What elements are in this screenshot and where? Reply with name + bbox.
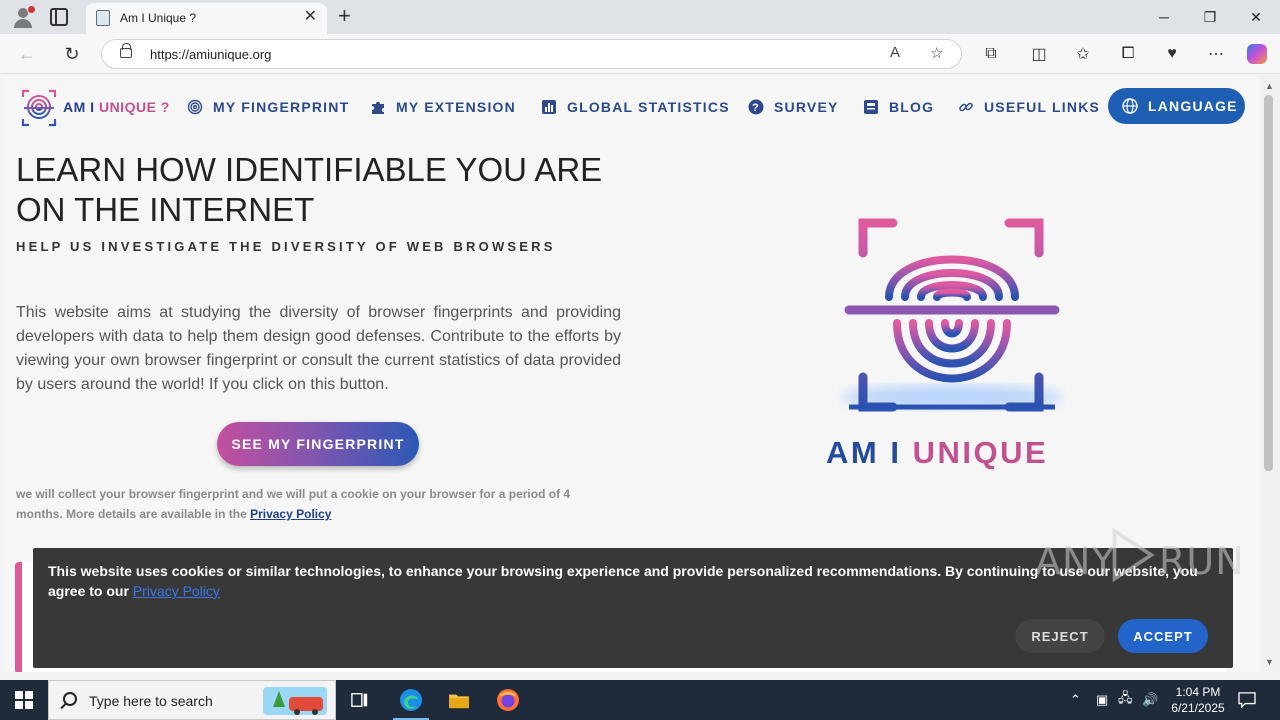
nav-survey[interactable]: ? SURVEY [748,96,839,118]
cookie-notice-text: we will collect your browser fingerprint… [16,487,571,521]
new-tab-icon[interactable]: + [338,4,351,28]
nav-label: MY FINGERPRINT [213,99,350,115]
network-icon[interactable]: 🖧 [1118,680,1133,720]
page-scrollbar[interactable]: ▲ ▼ [1260,75,1280,672]
firefox-icon[interactable] [484,680,532,720]
back-icon[interactable]: ← [15,42,39,66]
volume-icon[interactable]: 🔊 [1142,680,1158,720]
browser-tab-bar: Am I Unique ? ✕ + ─ ❐ ✕ [0,0,1280,34]
window-close-icon[interactable]: ✕ [1233,0,1279,34]
nav-label: USEFUL LINKS [984,99,1101,115]
browser-toolbar: ← ↻ https://amiunique.org A ☆ ⧉ ◫ ✩ ⧠ ♥ … [0,34,1280,74]
language-label: LANGUAGE [1148,98,1238,114]
page-favicon-icon [96,10,110,26]
clock-date: 6/21/2025 [1171,701,1225,715]
cookie-privacy-link[interactable]: Privacy Policy [133,583,220,599]
fingerprint-icon [187,99,203,115]
read-aloud-icon[interactable]: A [890,44,900,61]
more-options-icon[interactable]: ⋯ [1204,42,1228,66]
tab-actions-icon[interactable] [50,8,68,26]
address-bar[interactable]: https://amiunique.org A ☆ [101,39,962,69]
taskbar-clock[interactable]: 1:04 PM 6/21/2025 [1160,684,1236,716]
start-button[interactable] [0,680,48,720]
nav-blog[interactable]: BLOG [863,96,934,118]
logo-wordmark: AM I UNIQUE [826,435,1049,470]
privacy-policy-link[interactable]: Privacy Policy [250,507,331,521]
refresh-icon[interactable]: ↻ [60,42,84,66]
nav-label: GLOBAL STATISTICS [567,99,730,115]
tab-title: Am I Unique ? [120,11,197,25]
favorites-icon[interactable]: ✩ [1071,42,1095,66]
page-title: LEARN HOW IDENTIFIABLE YOU ARE ON THE IN… [16,151,603,228]
play-logo-icon [1112,527,1155,583]
url-text[interactable]: https://amiunique.org [150,47,271,62]
split-screen-icon[interactable]: ◫ [1027,42,1051,66]
tray-overflow-icon[interactable]: ⌃ [1070,680,1081,720]
nav-label: SURVEY [774,99,839,115]
browser-essentials-icon[interactable]: ♥ [1160,42,1184,66]
nav-label: MY EXTENSION [396,99,516,115]
favorite-star-icon[interactable]: ☆ [930,44,943,62]
taskbar-search-box[interactable]: Type here to search [48,680,336,720]
collections-icon[interactable]: ⧠ [1116,42,1140,66]
tray-app-icon[interactable]: ▣ [1096,680,1108,720]
nav-useful-links[interactable]: USEFUL LINKS [958,96,1100,118]
globe-icon [1122,98,1138,114]
puzzle-icon [372,101,384,114]
browser-tab[interactable]: Am I Unique ? ✕ [86,3,327,34]
am-i-unique-logo-icon [842,218,1062,412]
bar-chart-icon [542,100,556,114]
tab-close-icon[interactable]: ✕ [304,9,317,25]
see-my-fingerprint-button[interactable]: SEE MY FINGERPRINT [217,422,419,466]
scrollbar-thumb[interactable] [1264,95,1273,471]
anyrun-watermark: ANY RUN [1035,527,1244,583]
restore-icon[interactable]: ❐ [1187,0,1233,34]
nav-global-statistics[interactable]: GLOBAL STATISTICS [541,96,730,118]
search-placeholder: Type here to search [89,693,213,709]
search-highlight-art-icon [263,687,327,715]
clock-time: 1:04 PM [1175,685,1221,699]
question-icon: ? [748,99,764,115]
file-explorer-icon[interactable] [435,680,483,720]
nav-label: BLOG [889,99,935,115]
notifications-icon[interactable] [1238,680,1256,720]
edge-taskbar-icon[interactable] [387,680,435,720]
profile-icon[interactable] [12,6,35,28]
scroll-down-icon[interactable]: ▼ [1265,657,1274,667]
copilot-icon[interactable] [1247,44,1267,64]
blog-icon [864,100,878,114]
intro-paragraph: This website aims at studying the divers… [16,304,621,393]
page-subtitle: HELP US INVESTIGATE THE DIVERSITY OF WEB… [16,239,556,254]
task-view-icon[interactable] [336,680,384,720]
windows-taskbar: Type here to search ⌃ ▣ 🖧 🔊 1:04 PM 6/21… [0,680,1280,720]
svg-text:?: ? [752,102,760,114]
site-logo-icon[interactable] [20,88,58,128]
extensions-icon[interactable]: ⧉ [979,42,1003,66]
lock-icon[interactable] [120,43,132,58]
nav-my-fingerprint[interactable]: MY FINGERPRINT [187,96,349,118]
language-button[interactable]: LANGUAGE [1108,88,1245,124]
link-icon [959,102,973,112]
minimize-icon[interactable]: ─ [1141,0,1187,34]
scroll-up-icon[interactable]: ▲ [1265,81,1274,91]
reject-cookies-button[interactable]: REJECT [1015,619,1105,653]
windows-logo-icon [15,691,33,709]
accept-cookies-button[interactable]: ACCEPT [1118,619,1208,653]
search-icon [63,692,77,706]
nav-my-extension[interactable]: MY EXTENSION [370,96,516,118]
site-brand[interactable]: AM I UNIQUE ? [63,99,170,115]
